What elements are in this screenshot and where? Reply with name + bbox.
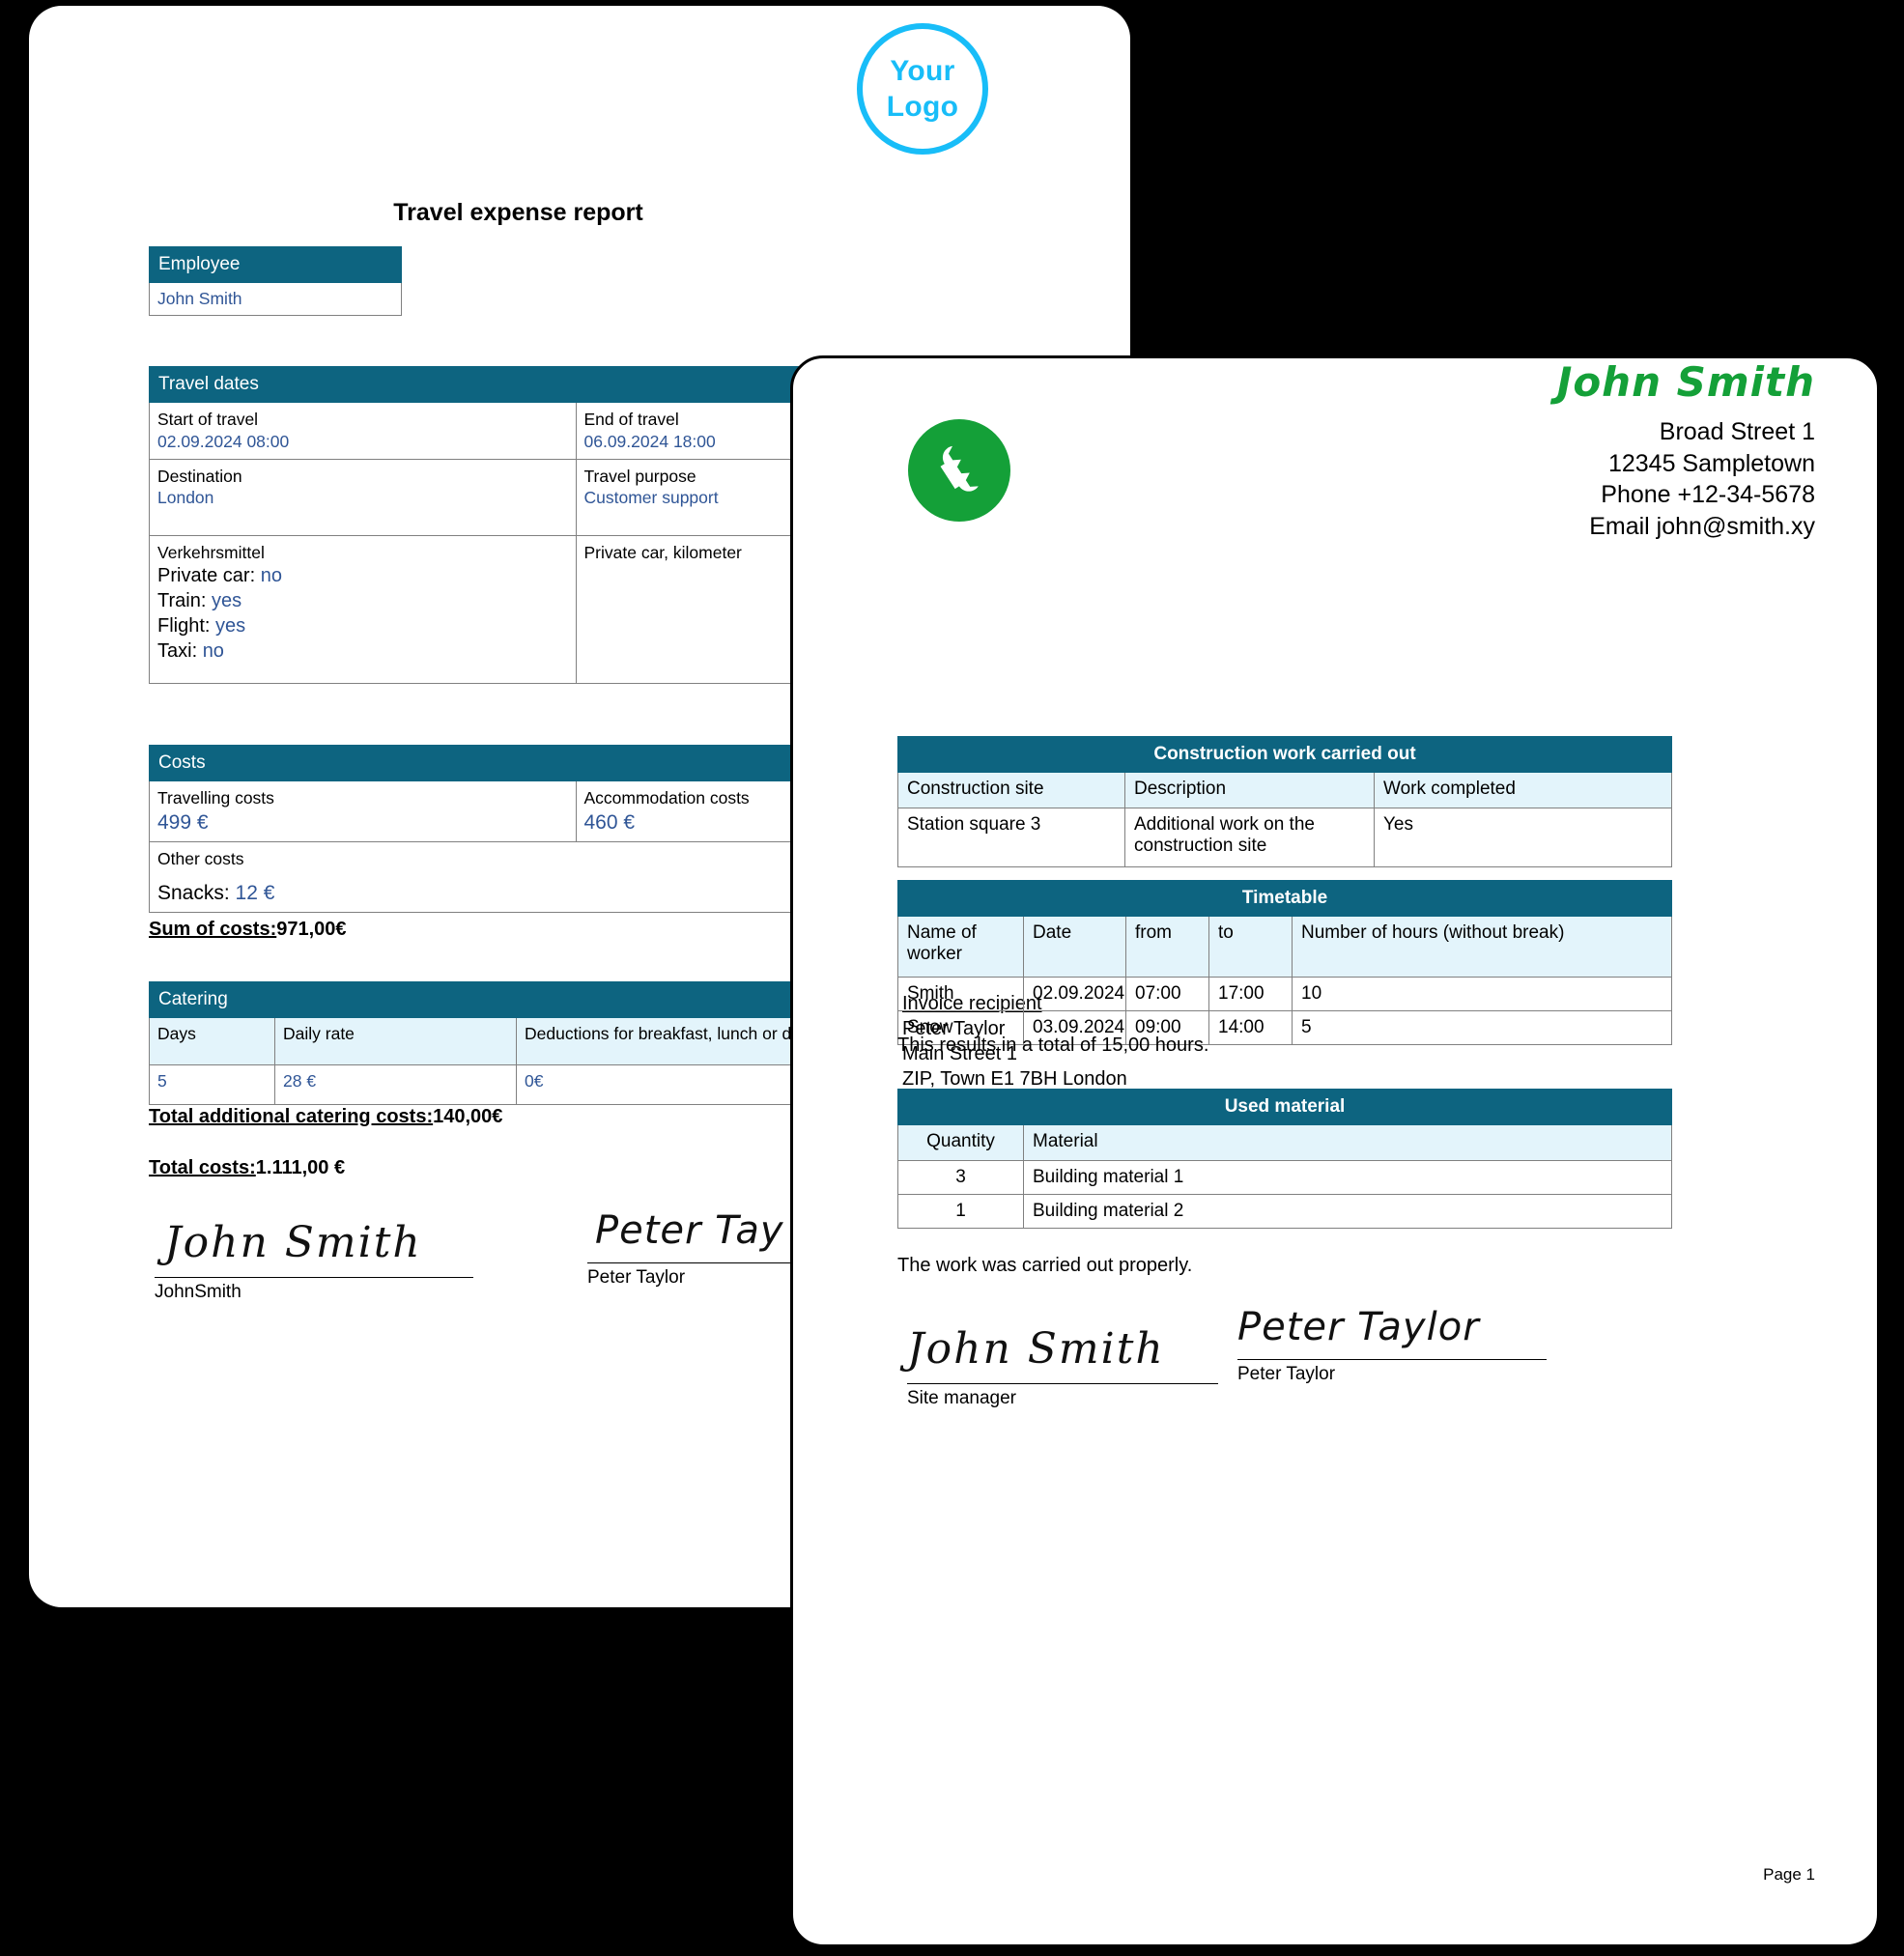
total-costs-value: 1.111,00 €: [255, 1157, 346, 1178]
signature-caption-site-manager: Site manager: [907, 1388, 1017, 1408]
time-hours-value: 10: [1292, 977, 1672, 1011]
destination-label: Destination: [157, 466, 242, 486]
material-quantity-value: 1: [897, 1194, 1024, 1229]
time-col-from: from: [1125, 916, 1209, 978]
time-col-worker: Name of worker: [897, 916, 1024, 978]
time-worker-value: Smith: [897, 977, 1024, 1011]
other-costs-item-value: 12 €: [235, 881, 275, 904]
material-quantity-value: 3: [897, 1160, 1024, 1195]
start-of-travel-label: Start of travel: [157, 410, 259, 429]
total-catering-label: Total additional catering costs:: [149, 1106, 434, 1127]
timetable-header: Timetable: [897, 880, 1672, 917]
time-col-hours: Number of hours (without break): [1292, 916, 1672, 978]
work-completed-value: Yes: [1374, 808, 1672, 867]
signature-block-customer: Peter Taylor Peter Taylor: [1237, 1305, 1547, 1385]
time-date-value: 02.09.2024: [1023, 977, 1126, 1011]
table-row: 1 Building material 2: [897, 1194, 1672, 1229]
total-costs-line: Total costs:1.111,00 €: [149, 1157, 345, 1179]
employee-header: Employee: [149, 246, 402, 283]
destination-value: London: [157, 488, 214, 508]
signature-rule: [907, 1383, 1218, 1384]
material-col-quantity: Quantity: [897, 1124, 1024, 1161]
used-material-table: Used material Quantity Material 3 Buildi…: [897, 1089, 1672, 1229]
your-logo-placeholder: Your Logo: [857, 23, 988, 155]
flight-value: yes: [215, 615, 246, 638]
signature-block-employee: John Smith JohnSmith: [155, 1218, 473, 1303]
employee-table: Employee John Smith: [149, 246, 402, 316]
construction-work-report-page: John Smith Broad Street 1 12345 Sampleto…: [790, 355, 1880, 1947]
signature-rule: [155, 1277, 473, 1278]
sum-of-costs-line: Sum of costs:971,00€: [149, 919, 347, 941]
catering-days-value: 5: [149, 1064, 275, 1105]
time-hours-value: 5: [1292, 1010, 1672, 1045]
time-col-date: Date: [1023, 916, 1126, 978]
company-name: John Smith: [1556, 358, 1815, 406]
work-statement: The work was carried out properly.: [897, 1255, 1193, 1276]
logo-line-1: Your: [890, 54, 955, 87]
signature-john-smith: John Smith: [907, 1324, 1165, 1374]
page-number: Page 1: [1763, 1865, 1815, 1884]
time-from-value: 07:00: [1125, 977, 1209, 1011]
logo-line-2: Logo: [886, 91, 959, 123]
work-site-value: Station square 3: [897, 808, 1125, 867]
address-line-email: Email john@smith.xy: [1589, 512, 1815, 540]
table-row: Station square 3 Additional work on the …: [897, 808, 1672, 867]
signature-rule: [1237, 1359, 1547, 1360]
travelling-costs-value: 499 €: [157, 810, 209, 834]
flight-label: Flight:: [157, 615, 211, 638]
total-catering-line: Total additional catering costs:140,00€: [149, 1106, 502, 1128]
train-value: yes: [211, 590, 242, 612]
material-name-value: Building material 2: [1023, 1194, 1672, 1229]
material-name-value: Building material 1: [1023, 1160, 1672, 1195]
signature-john-smith: John Smith: [164, 1218, 422, 1267]
transport-label: Verkehrsmittel: [157, 542, 265, 562]
company-logo: [908, 419, 1010, 522]
travelling-costs-label: Travelling costs: [157, 788, 274, 808]
work-description-value: Additional work on the construction site: [1124, 808, 1375, 867]
travel-report-title: Travel expense report: [393, 199, 643, 226]
start-of-travel-cell: Start of travel 02.09.2024 08:00: [149, 402, 577, 460]
used-material-header: Used material: [897, 1089, 1672, 1125]
time-col-to: to: [1208, 916, 1293, 978]
time-to-value: 14:00: [1208, 1010, 1293, 1045]
time-to-value: 17:00: [1208, 977, 1293, 1011]
taxi-value: no: [202, 640, 224, 663]
company-address: Broad Street 1 12345 Sampletown Phone +1…: [1589, 416, 1815, 542]
address-line-street: Broad Street 1: [1659, 418, 1815, 445]
catering-col-daily-rate: Daily rate: [274, 1017, 517, 1065]
address-line-phone: Phone +12-34-5678: [1601, 481, 1815, 508]
signature-caption-peter-taylor: Peter Taylor: [1237, 1364, 1336, 1384]
construction-work-table: Construction work carried out Constructi…: [897, 736, 1672, 867]
table-row: 3 Building material 1: [897, 1160, 1672, 1195]
private-car-label: Private car:: [157, 565, 256, 587]
catering-col-days: Days: [149, 1017, 275, 1065]
sum-of-costs-label: Sum of costs:: [149, 919, 277, 940]
total-hours-text: This results in a total of 15,00 hours.: [897, 1035, 1209, 1056]
wrench-icon: [940, 445, 979, 492]
total-costs-label: Total costs:: [149, 1157, 256, 1178]
employee-value: John Smith: [149, 282, 402, 316]
taxi-label: Taxi:: [157, 640, 198, 663]
catering-daily-rate-value: 28 €: [274, 1064, 517, 1105]
signature-peter-taylor: Peter Taylor: [1237, 1305, 1480, 1349]
other-costs-item-label: Snacks:: [157, 881, 230, 904]
private-car-value: no: [260, 565, 282, 587]
table-row: Smith 02.09.2024 07:00 17:00 10: [897, 977, 1672, 1011]
construction-work-header: Construction work carried out: [897, 736, 1672, 773]
work-col-site: Construction site: [897, 772, 1125, 808]
material-col-material: Material: [1023, 1124, 1672, 1161]
sum-of-costs-value: 971,00€: [276, 919, 347, 940]
signature-caption-john-smith: JohnSmith: [155, 1282, 242, 1302]
destination-cell: Destination London: [149, 458, 577, 536]
work-col-completed: Work completed: [1374, 772, 1672, 808]
timetable-table: Timetable Name of worker Date from to Nu…: [897, 880, 1672, 1045]
address-line-city: 12345 Sampletown: [1607, 449, 1815, 477]
signature-block-site-manager: John Smith Site manager: [907, 1324, 1218, 1409]
train-label: Train:: [157, 590, 207, 612]
total-catering-value: 140,00€: [433, 1106, 503, 1127]
work-col-description: Description: [1124, 772, 1375, 808]
travelling-costs-cell: Travelling costs 499 €: [149, 780, 577, 843]
start-of-travel-value: 02.09.2024 08:00: [157, 431, 290, 451]
transport-cell: Verkehrsmittel Private car: no Train: ye…: [149, 534, 577, 684]
